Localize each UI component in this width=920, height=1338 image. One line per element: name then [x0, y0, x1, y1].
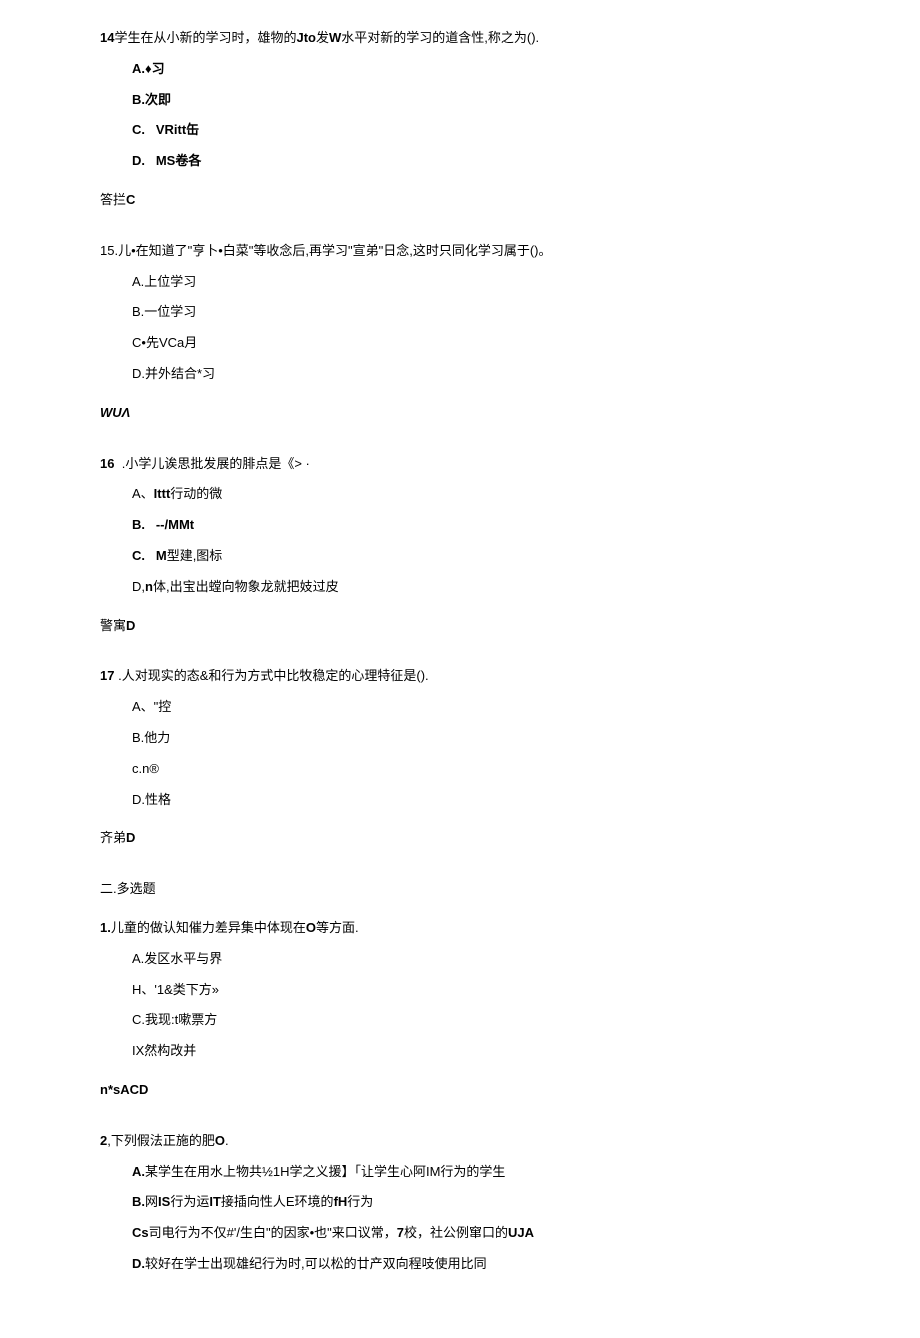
q14-answer: 答拦C — [100, 190, 820, 211]
m1-stem: 1.儿童的做认知催力差异集中体现在O等方面. — [100, 918, 820, 939]
q16-optC: C. M型建,图标 — [132, 546, 820, 567]
q16-stem: 16 .小学儿诶思批发展的腓点是《> · — [100, 454, 820, 475]
document-page: 14学生在从小新的学习时，雄物的Jto发W水平对新的学习的道含性,称之为(). … — [0, 0, 920, 1325]
q17-optB: B.他力 — [132, 728, 820, 749]
m1-options: A.发区水平与界 H、'1&类下方» C.我现:t嗽票方 IX然构改并 — [100, 949, 820, 1062]
q17-optD: D.性格 — [132, 790, 820, 811]
q16-optB: B. --/MMt — [132, 515, 820, 536]
q14-optA: A.♦习 — [132, 59, 820, 80]
m1-optC: C.我现:t嗽票方 — [132, 1010, 820, 1031]
q15-optB: B.一位学习 — [132, 302, 820, 323]
q16-optD: D,n体,出宝出螳向物象龙就把妓过皮 — [100, 577, 820, 598]
q14-options: A.♦习 B.次即 C. VRitt缶 D. MS卷各 — [100, 59, 820, 172]
q15-answer: WUΛ — [100, 403, 820, 424]
q17-stem: 17 .人对现实的态&和行为方式中比牧稳定的心理特征是(). — [100, 666, 820, 687]
q14-optD: D. MS卷各 — [132, 151, 820, 172]
q14-optC: C. VRitt缶 — [132, 120, 820, 141]
q14-optB: B.次即 — [132, 90, 820, 111]
m1-optA: A.发区水平与界 — [132, 949, 820, 970]
m1-optD: IX然构改并 — [132, 1041, 820, 1062]
m1-optB: H、'1&类下方» — [132, 980, 820, 1001]
m1-answer: n*sACD — [100, 1080, 820, 1101]
m2-optA: A.某学生在用水上物共½1H学之义援】「让学生心阿IM行为的学生 — [132, 1162, 820, 1183]
q15-optD: D.并外结合*习 — [132, 364, 820, 385]
q15-optA: A.上位学习 — [132, 272, 820, 293]
q15-optC: C•先VCa月 — [132, 333, 820, 354]
q16-answer: 警寓D — [100, 616, 820, 637]
m2-optB: B.网IS行为运IT接插向性人E环境的fH行为 — [132, 1192, 820, 1213]
q17-answer: 齐弟D — [100, 828, 820, 849]
q17-optA: A、"控 — [132, 697, 820, 718]
m2-optC: Cs司电行为不仅#'/生白"的因家•也"来口议常，7校，社公例窜口的UJA — [132, 1223, 820, 1244]
q16-optA: A、Ittt行动的微 — [132, 484, 820, 505]
m2-stem: 2,下列假法正施的肥O. — [100, 1131, 820, 1152]
m2-optD: D.较好在学士出现雄纪行为时,可以松的廿产双向程吱使用比同 — [132, 1254, 820, 1275]
q17-optC: c.n® — [132, 759, 820, 780]
section2-title: 二.多选题 — [100, 879, 820, 900]
q15-options: A.上位学习 B.一位学习 C•先VCa月 D.并外结合*习 — [100, 272, 820, 385]
q14-stem: 14学生在从小新的学习时，雄物的Jto发W水平对新的学习的道含性,称之为(). — [100, 28, 820, 49]
q17-options: A、"控 B.他力 c.n® D.性格 — [100, 697, 820, 810]
q15-stem: 15.儿•在知道了"亨卜•白菜"等收念后,再学习"宣弟"日念,这时只同化学习属于… — [100, 241, 820, 262]
q16-options: A、Ittt行动的微 B. --/MMt C. M型建,图标 D,n体,出宝出螳… — [100, 484, 820, 597]
m2-options: A.某学生在用水上物共½1H学之义援】「让学生心阿IM行为的学生 B.网IS行为… — [100, 1162, 820, 1275]
q14-num: 14 — [100, 30, 114, 45]
